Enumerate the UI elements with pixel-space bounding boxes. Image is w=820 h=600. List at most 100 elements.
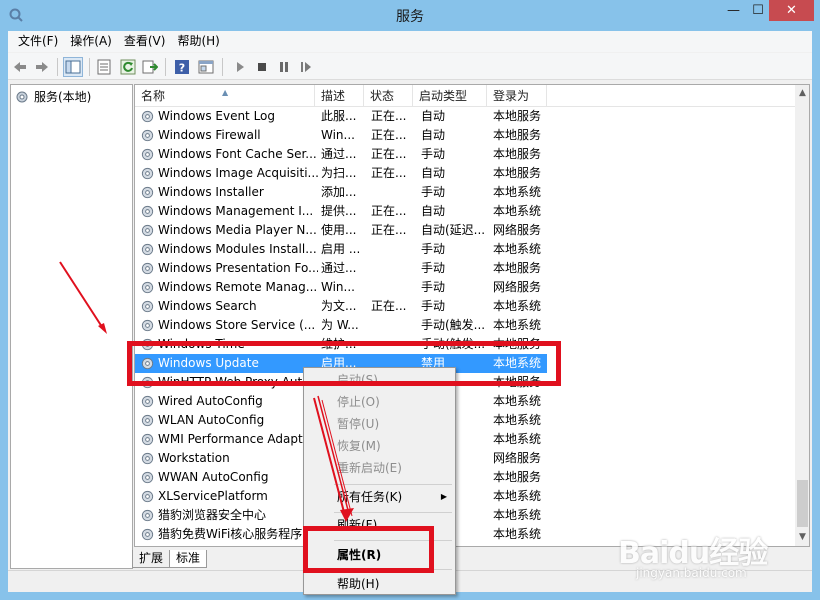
tab-standard[interactable]: 标准 [169, 550, 208, 568]
svg-text:?: ? [179, 62, 185, 75]
help-icon[interactable]: ? [172, 57, 192, 77]
menu-item-help[interactable]: 帮助(H) [304, 573, 455, 595]
export-list-icon[interactable] [140, 57, 160, 77]
menu-item-restart[interactable]: 重新启动(E) [304, 457, 455, 479]
pause-service-icon[interactable] [274, 57, 294, 77]
service-name: Windows Installer [158, 185, 264, 199]
service-name: WMI Performance Adapt... [158, 432, 315, 446]
service-description: 为 W... [321, 318, 359, 332]
service-startup-type: 手动 [421, 280, 446, 294]
menu-separator [334, 484, 452, 485]
service-status: 正在... [371, 223, 407, 237]
service-logon-as: 本地系统 [493, 508, 542, 522]
scroll-up-icon[interactable]: ▲ [795, 85, 809, 102]
table-row[interactable]: WMI Performance Adapt... 本地系统 [135, 430, 795, 449]
service-logon-as: 本地系统 [493, 204, 542, 218]
minimize-button[interactable]: — [720, 0, 747, 21]
properties-icon[interactable] [196, 57, 216, 77]
table-row[interactable]: WWAN AutoConfig 本地服务 [135, 468, 795, 487]
table-row[interactable]: Windows Search 为文... 正在... 手动 本地系统 [135, 297, 795, 316]
gear-icon [140, 318, 155, 333]
gear-icon [140, 489, 155, 504]
forward-icon[interactable] [32, 57, 52, 77]
services-window: 服务 — ☐ ✕ 文件(F) 操作(A) 查看(V) 帮助(H) ? 服务(本地… [0, 0, 820, 600]
table-row[interactable]: Wired AutoConfig 本地系统 [135, 392, 795, 411]
service-description: 通过... [321, 147, 357, 161]
vertical-scrollbar[interactable]: ▲ ▼ [795, 85, 809, 546]
table-row[interactable]: 猎豹浏览器安全中心 本地系统 [135, 506, 795, 525]
service-logon-as: 网络服务 [493, 280, 542, 294]
menu-item-pause[interactable]: 暂停(U) [304, 413, 455, 435]
annotation-highlight-windows-update [127, 341, 561, 386]
service-name: Windows Management I... [158, 204, 314, 218]
service-name: Windows Media Player N... [158, 223, 317, 237]
menu-item-all-tasks[interactable]: 所有任务(K) ▶ [304, 486, 455, 508]
tree-item-services-local[interactable]: 服务(本地) [14, 88, 91, 105]
menu-help[interactable]: 帮助(H) [171, 31, 225, 52]
service-status: 正在... [371, 299, 407, 313]
column-header-name[interactable]: 名称 ▲ [135, 85, 315, 107]
list-view-icon[interactable] [94, 57, 114, 77]
show-tree-icon[interactable] [63, 57, 83, 77]
start-service-icon[interactable] [230, 57, 250, 77]
table-row[interactable]: Windows Firewall Win... 正在... 自动 本地服务 [135, 126, 795, 145]
restart-service-icon[interactable] [296, 57, 316, 77]
table-row[interactable]: Windows Store Service (... 为 W... 手动(触发...… [135, 316, 795, 335]
service-description: 通过... [321, 261, 357, 275]
table-row[interactable]: Windows Event Log 此服... 正在... 自动 本地服务 [135, 107, 795, 126]
table-row[interactable]: Windows Media Player N... 使用... 正在... 自动(延迟… [135, 221, 795, 240]
toolbar: ? [8, 53, 812, 80]
watermark-url: jingyan.baidu.com [636, 566, 747, 580]
toolbar-separator [57, 58, 58, 76]
maximize-button[interactable]: ☐ [747, 0, 769, 21]
table-row[interactable]: Windows Presentation Fo... 通过... 手动 本地服务 [135, 259, 795, 278]
gear-icon [140, 527, 155, 542]
table-row[interactable]: Windows Installer 添加... 手动 本地系统 [135, 183, 795, 202]
gear-icon [140, 299, 155, 314]
table-row[interactable]: Windows Management I... 提供... 正在... 自动 本地系统 [135, 202, 795, 221]
table-row[interactable]: XLServicePlatform 本地系统 [135, 487, 795, 506]
table-row[interactable]: WLAN AutoConfig 本地系统 [135, 411, 795, 430]
service-status: 正在... [371, 109, 407, 123]
column-header-startup-type[interactable]: 启动类型 [413, 85, 487, 107]
menu-item-stop[interactable]: 停止(O) [304, 391, 455, 413]
tab-extended[interactable]: 扩展 [132, 550, 171, 568]
gear-icon [140, 109, 155, 124]
console-tree: 服务(本地) [10, 84, 133, 569]
refresh-icon[interactable] [118, 57, 138, 77]
gear-icon [140, 508, 155, 523]
menu-action[interactable]: 操作(A) [64, 31, 118, 52]
menu-view[interactable]: 查看(V) [118, 31, 172, 52]
gear-icon [140, 451, 155, 466]
service-logon-as: 本地服务 [493, 166, 542, 180]
gear-icon [140, 128, 155, 143]
menu-item-resume[interactable]: 恢复(M) [304, 435, 455, 457]
table-row[interactable]: Windows Modules Install... 启用 ... 手动 本地系统 [135, 240, 795, 259]
service-name: 猎豹浏览器安全中心 [158, 508, 267, 522]
gear-icon [140, 242, 155, 257]
service-startup-type: 自动 [421, 204, 446, 218]
service-logon-as: 本地服务 [493, 147, 542, 161]
title-bar[interactable]: 服务 — ☐ ✕ [0, 0, 820, 31]
column-header-status[interactable]: 状态 [364, 85, 413, 107]
table-row[interactable]: Windows Font Cache Ser... 通过... 正在... 手动 本地服… [135, 145, 795, 164]
service-startup-type: 手动 [421, 147, 446, 161]
toolbar-separator [222, 58, 223, 76]
list-header: 名称 ▲ 描述 状态 启动类型 登录为 [135, 85, 795, 107]
stop-service-icon[interactable] [252, 57, 272, 77]
column-header-description[interactable]: 描述 [315, 85, 364, 107]
back-icon[interactable] [10, 57, 30, 77]
service-name: Windows Store Service (... [158, 318, 316, 332]
table-row[interactable]: Workstation 网络服务 [135, 449, 795, 468]
gear-icon [140, 166, 155, 181]
close-button[interactable]: ✕ [769, 0, 814, 21]
table-row[interactable]: Windows Image Acquisiti... 为扫... 正在... 自动 本地… [135, 164, 795, 183]
gear-icon [140, 413, 155, 428]
menu-file[interactable]: 文件(F) [12, 31, 64, 52]
service-description: 为文... [321, 299, 357, 313]
service-status: 正在... [371, 166, 407, 180]
service-startup-type: 手动 [421, 242, 446, 256]
scroll-thumb[interactable] [797, 480, 808, 527]
table-row[interactable]: Windows Remote Manag... Win... 手动 网络服务 [135, 278, 795, 297]
column-header-logon-as[interactable]: 登录为 [487, 85, 547, 107]
